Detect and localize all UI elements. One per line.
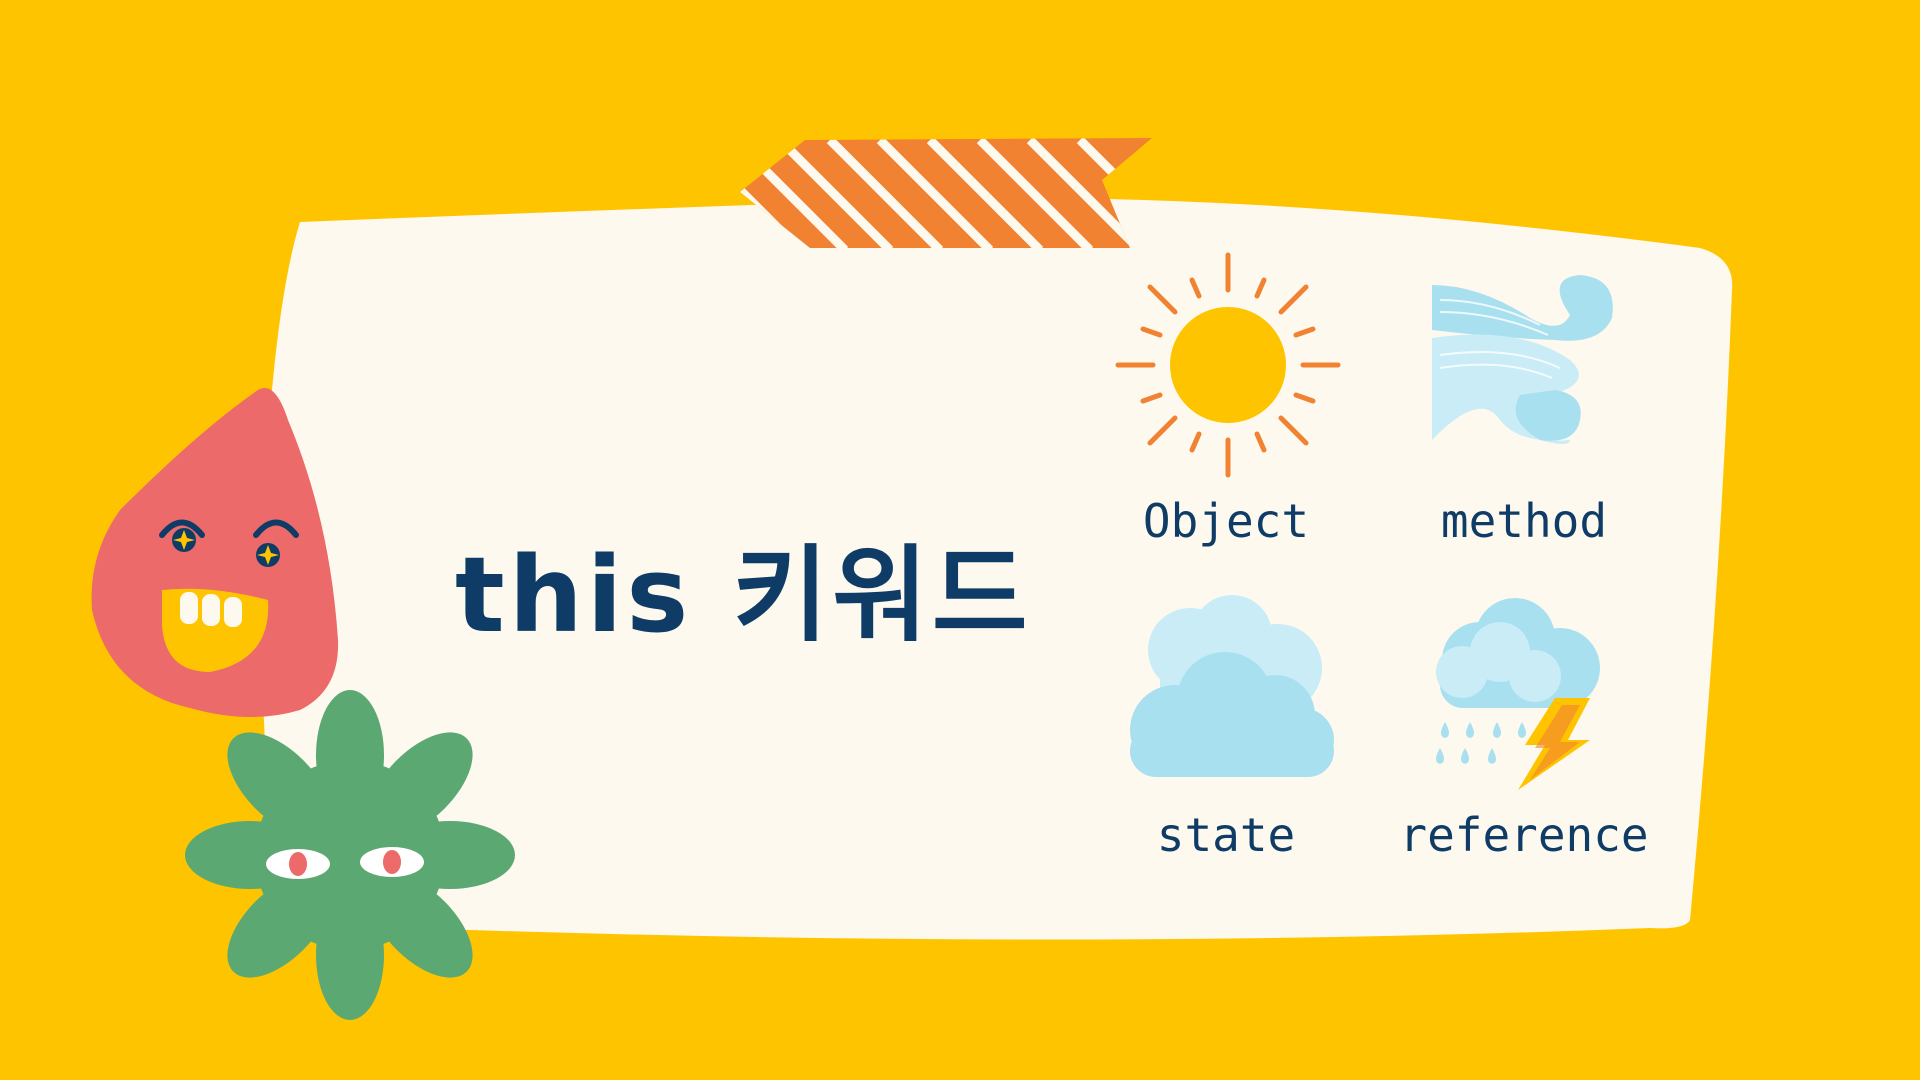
slide: { "slide": { "title": "this 키워드", "color… xyxy=(0,0,1920,1080)
object-label: Object xyxy=(1142,494,1310,548)
flower-character-icon xyxy=(185,690,515,1020)
method-label: method xyxy=(1440,494,1608,548)
sun-icon xyxy=(1115,252,1341,478)
slide-title: this 키워드 xyxy=(455,534,1032,656)
reference-label: reference xyxy=(1399,808,1649,862)
state-label: state xyxy=(1156,808,1296,862)
